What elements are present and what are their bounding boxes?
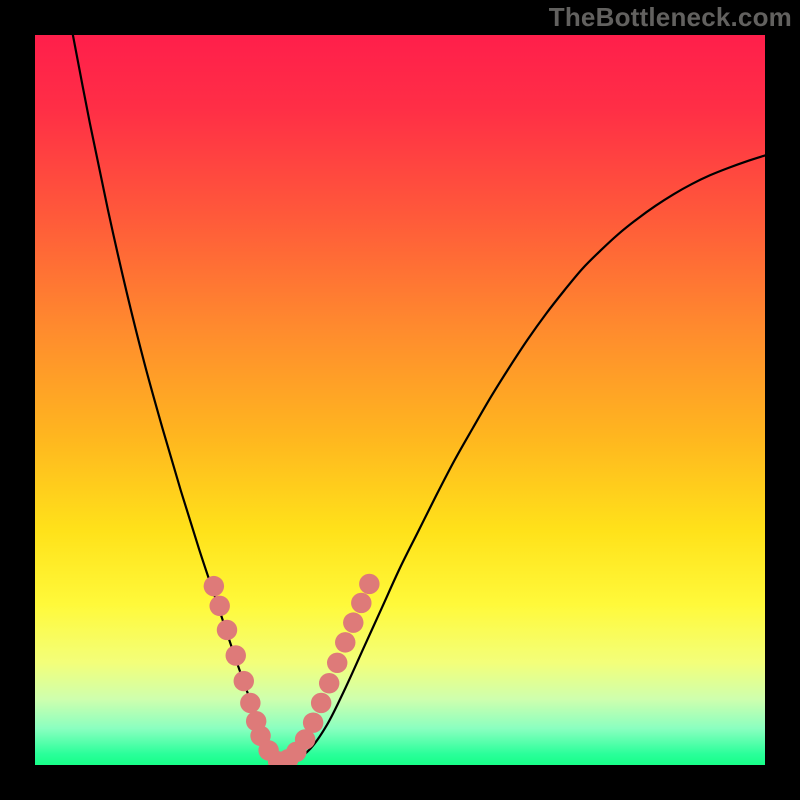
- highlight-dot: [234, 671, 254, 691]
- highlight-dot: [303, 712, 323, 732]
- highlight-dot: [351, 593, 371, 613]
- highlight-dot: [343, 612, 363, 632]
- watermark-label: TheBottleneck.com: [549, 2, 792, 33]
- highlight-dot: [217, 620, 237, 640]
- highlight-dot: [204, 576, 224, 596]
- highlight-dot: [335, 632, 355, 652]
- bottleneck-plot: [0, 0, 800, 800]
- highlight-dot: [240, 693, 260, 713]
- chart-frame: TheBottleneck.com: [0, 0, 800, 800]
- highlight-dot: [311, 693, 331, 713]
- gradient-background: [35, 35, 765, 765]
- highlight-dot: [226, 645, 246, 665]
- highlight-dot: [359, 574, 379, 594]
- highlight-dot: [209, 596, 229, 616]
- highlight-dot: [327, 653, 347, 673]
- highlight-dot: [319, 673, 339, 693]
